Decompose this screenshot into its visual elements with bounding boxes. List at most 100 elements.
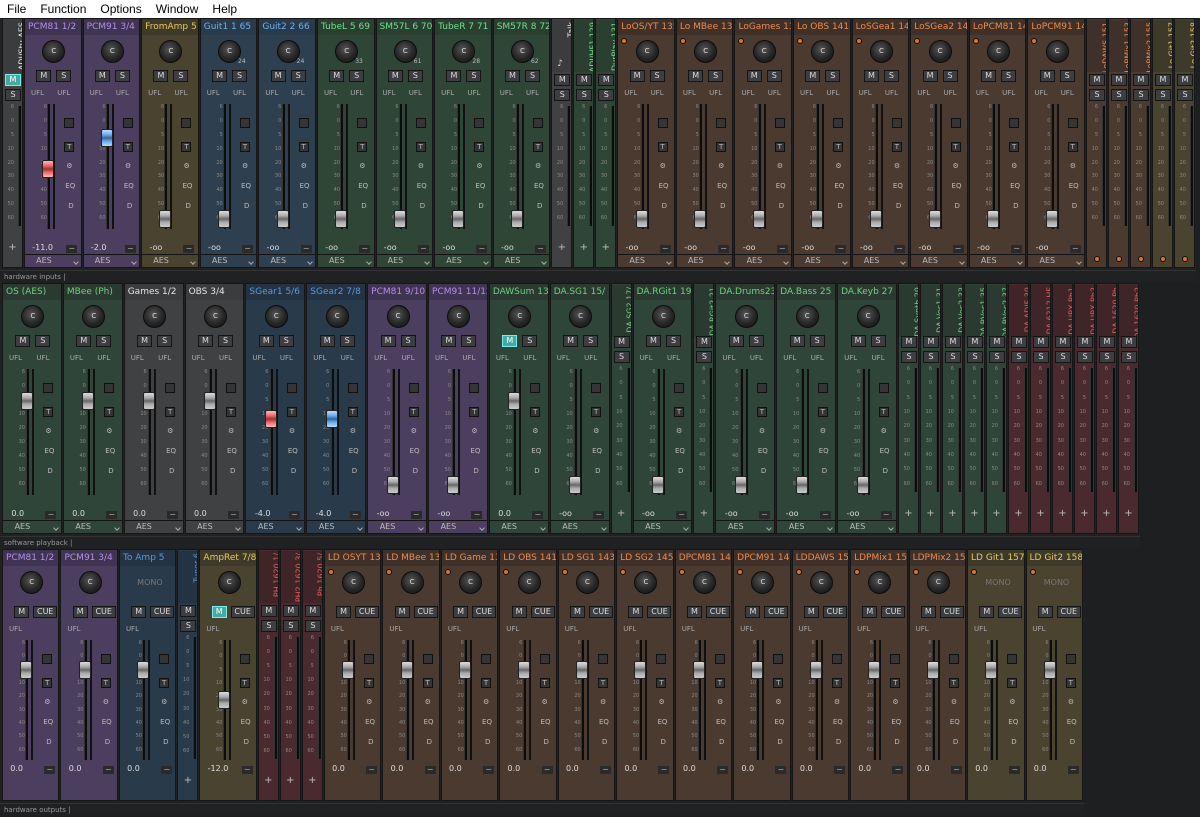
settings-icon[interactable]: ⚙	[820, 427, 826, 435]
settings-icon[interactable]: ⚙	[418, 162, 424, 170]
mute-button[interactable]: M	[1121, 336, 1137, 348]
eq-label[interactable]: EQ	[716, 718, 726, 726]
rec-button[interactable]	[591, 383, 602, 393]
mute-button[interactable]: M	[453, 606, 469, 618]
channel-name[interactable]: SGear1 5/6	[246, 284, 305, 300]
mute-button[interactable]: M	[212, 70, 228, 82]
pan-knob[interactable]: C	[459, 571, 483, 594]
settings-icon[interactable]: ⚙	[411, 427, 417, 435]
rec-button[interactable]	[833, 118, 844, 128]
routing-select[interactable]: AES	[489, 520, 548, 533]
phase-dot[interactable]	[503, 569, 510, 575]
pan-knob[interactable]: C	[342, 571, 366, 594]
eq-label[interactable]: EQ	[880, 447, 890, 455]
pan-knob[interactable]: C	[1045, 40, 1069, 63]
talk-button[interactable]: T	[878, 407, 889, 417]
add-icon[interactable]: +	[617, 508, 625, 519]
talk-button[interactable]: T	[591, 407, 602, 417]
mute-button[interactable]: M	[258, 335, 274, 347]
cue-button[interactable]: CUE	[822, 606, 847, 618]
settings-icon[interactable]: ⚙	[1011, 162, 1017, 170]
solo-button[interactable]: S	[278, 335, 294, 347]
eq-label[interactable]: EQ	[1010, 182, 1020, 190]
talk-button[interactable]: T	[181, 142, 192, 152]
pan-knob[interactable]: C	[143, 305, 167, 328]
dyn-label[interactable]: D	[894, 738, 899, 746]
add-icon[interactable]: +	[558, 242, 566, 253]
solo-button[interactable]: S	[1033, 351, 1049, 363]
dyn-label[interactable]: D	[777, 738, 782, 746]
mute-button[interactable]: M	[628, 606, 644, 618]
minus-button[interactable]: −	[417, 245, 429, 253]
talk-button[interactable]: T	[539, 678, 550, 688]
phase-dot[interactable]	[444, 569, 451, 575]
solo-button[interactable]: S	[649, 70, 665, 82]
solo-button[interactable]: S	[942, 70, 958, 82]
dyn-label[interactable]: D	[473, 467, 478, 475]
pan-knob[interactable]: C	[159, 40, 183, 63]
routing-select[interactable]: AES	[259, 254, 315, 267]
channel-name[interactable]: PCM81 1/2	[25, 19, 81, 35]
channel-name-vertical[interactable]: DA.Synth 29	[899, 285, 918, 337]
solo-button[interactable]: S	[696, 351, 713, 363]
mute-button[interactable]: M	[380, 335, 396, 347]
talk-button[interactable]: T	[481, 678, 492, 688]
channel-name-vertical[interactable]: DurPlay 131	[596, 20, 616, 72]
dyn-label[interactable]: D	[485, 738, 490, 746]
eq-label[interactable]: EQ	[470, 447, 480, 455]
volume-fader[interactable]	[137, 661, 150, 679]
solo-button[interactable]: S	[524, 70, 540, 82]
cue-button[interactable]: CUE	[472, 606, 497, 618]
phase-dot[interactable]	[738, 38, 745, 44]
settings-icon[interactable]: ⚙	[106, 427, 112, 435]
minus-button[interactable]: −	[950, 766, 962, 774]
settings-icon[interactable]: ⚙	[103, 698, 109, 706]
volume-fader[interactable]	[856, 475, 869, 494]
dyn-label[interactable]: D	[127, 202, 132, 210]
settings-icon[interactable]: ⚙	[660, 162, 666, 170]
dyn-label[interactable]: D	[230, 467, 235, 475]
dyn-label[interactable]: D	[478, 202, 483, 210]
routing-select[interactable]: AES	[142, 254, 198, 267]
dyn-label[interactable]: D	[303, 202, 308, 210]
eq-label[interactable]: EQ	[424, 718, 434, 726]
volume-fader[interactable]	[635, 210, 648, 228]
add-icon[interactable]: +	[1102, 508, 1110, 519]
channel-name[interactable]: DA.Keyb 27	[838, 284, 896, 300]
mute-button[interactable]: M	[569, 606, 585, 618]
dyn-label[interactable]: D	[169, 467, 174, 475]
talk-button[interactable]: T	[597, 678, 608, 688]
dyn-label[interactable]: D	[837, 202, 842, 210]
cue-button[interactable]: CUE	[33, 606, 58, 618]
minus-button[interactable]: −	[167, 511, 179, 519]
solo-button[interactable]: S	[809, 335, 825, 347]
add-icon[interactable]: +	[308, 775, 316, 786]
talk-button[interactable]: T	[1007, 678, 1018, 688]
minus-button[interactable]: −	[892, 766, 904, 774]
talk-button[interactable]: T	[948, 678, 959, 688]
settings-icon[interactable]: ⚙	[542, 698, 548, 706]
mute-button[interactable]: M	[511, 606, 527, 618]
cue-button[interactable]: CUE	[150, 606, 175, 618]
dyn-label[interactable]: D	[47, 467, 52, 475]
channel-name[interactable]: SGear2 7/8	[307, 284, 366, 300]
talk-button[interactable]: T	[357, 142, 368, 152]
volume-fader[interactable]	[575, 661, 588, 679]
volume-fader[interactable]	[159, 210, 172, 228]
mute-button[interactable]: M	[1133, 74, 1149, 86]
rec-button[interactable]	[539, 654, 550, 664]
mute-button[interactable]: M	[14, 606, 30, 618]
cue-button[interactable]: CUE	[413, 606, 438, 618]
talk-button[interactable]: T	[225, 407, 236, 417]
pan-knob[interactable]: C	[856, 305, 880, 328]
rec-button[interactable]	[597, 654, 608, 664]
mute-button[interactable]: M	[1155, 74, 1171, 86]
rec-button[interactable]	[481, 654, 492, 664]
settings-icon[interactable]: ⚙	[161, 698, 167, 706]
minus-button[interactable]: −	[893, 245, 905, 253]
solo-button[interactable]: S	[748, 335, 764, 347]
volume-fader[interactable]	[100, 128, 113, 147]
pan-knob[interactable]: C	[635, 40, 659, 63]
solo-button[interactable]: S	[35, 335, 51, 347]
settings-icon[interactable]: ⚙	[892, 698, 898, 706]
